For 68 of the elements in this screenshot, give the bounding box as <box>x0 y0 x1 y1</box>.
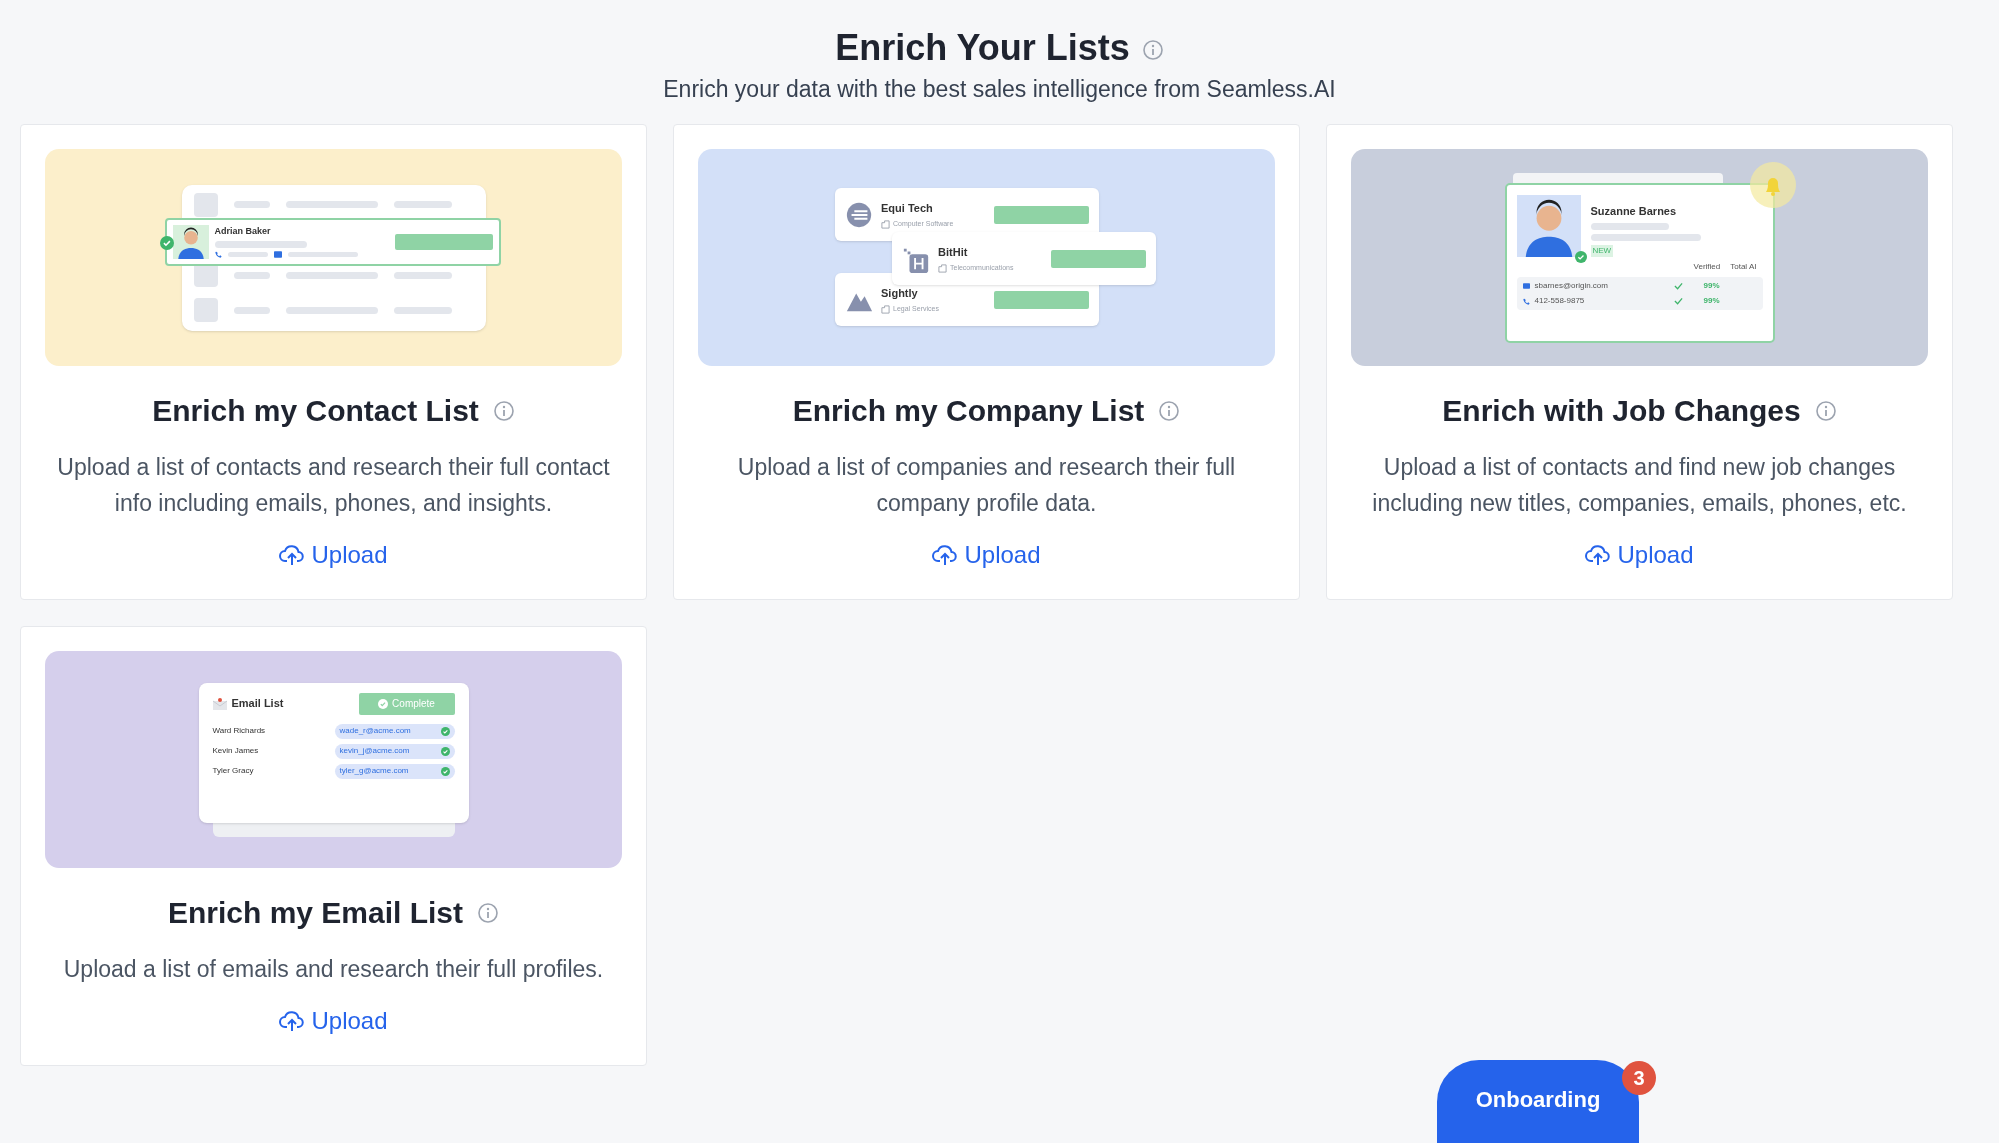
card-title: Enrich with Job Changes <box>1442 393 1801 429</box>
info-icon[interactable] <box>492 399 515 422</box>
upload-link[interactable]: Upload <box>1585 537 1694 573</box>
contact-name: Adrian Baker <box>214 224 272 238</box>
check-icon <box>440 726 450 736</box>
column-header: Total AI <box>1730 261 1757 273</box>
check-icon <box>1574 250 1587 263</box>
upload-link[interactable]: Upload <box>279 1003 388 1039</box>
bell-icon <box>1748 160 1797 209</box>
upload-link[interactable]: Upload <box>279 537 388 573</box>
status-badge: Complete <box>358 692 455 715</box>
list-title: Email List <box>231 696 284 712</box>
check-icon <box>440 766 450 776</box>
phone-icon <box>214 251 222 259</box>
cloud-upload-icon <box>1585 544 1612 566</box>
upload-link[interactable]: Upload <box>932 537 1041 573</box>
card-description: Upload a list of contacts and research their full contact info including emails, phones, and insights. <box>56 453 611 518</box>
placeholder-bar <box>227 252 268 258</box>
score-label: 99% <box>1703 280 1720 292</box>
card-title: Enrich my Company List <box>792 393 1145 429</box>
cloud-upload-icon <box>279 1010 306 1032</box>
placeholder-square <box>193 192 218 217</box>
check-icon <box>440 746 450 756</box>
contact-name: Suzanne Barnes <box>1590 203 1678 219</box>
contact-value: 412-558-9875 <box>1534 295 1586 307</box>
mail-icon <box>1522 283 1530 289</box>
email-address: wade_r@acme.com <box>339 725 411 737</box>
cloud-upload-icon <box>279 544 306 566</box>
placeholder-bar <box>393 201 452 208</box>
phone-icon <box>1522 297 1530 305</box>
page-subtitle: Enrich your data with the best sales intelligence from Seamless.AI <box>663 75 1336 104</box>
contact-name: Kevin James <box>212 745 259 757</box>
building-icon <box>938 263 948 273</box>
placeholder-bar <box>393 307 452 314</box>
info-icon[interactable] <box>1141 39 1164 61</box>
new-tag: NEW <box>1590 245 1614 257</box>
placeholder-bar <box>233 201 270 208</box>
mail-icon <box>273 251 282 259</box>
envelope-icon <box>212 697 227 710</box>
cloud-upload-icon <box>932 544 959 566</box>
contact-value: sbarnes@origin.com <box>1534 280 1609 292</box>
score-label: 99% <box>1703 295 1720 307</box>
building-icon <box>881 304 891 314</box>
company-name: Equi Tech <box>881 200 934 216</box>
info-icon[interactable] <box>1814 399 1837 422</box>
placeholder-bar <box>233 307 270 314</box>
info-icon[interactable] <box>477 901 500 924</box>
company-name: BitHit <box>938 244 969 260</box>
check-icon <box>378 698 389 709</box>
building-icon <box>881 219 891 229</box>
notification-badge: 3 <box>1622 1061 1656 1095</box>
placeholder-bar <box>393 271 452 279</box>
contact-name: Ward Richards <box>212 725 266 737</box>
contact-name: Tyler Gracy <box>212 765 254 777</box>
column-header: Verified <box>1693 261 1721 273</box>
card-title: Enrich my Email List <box>167 895 464 931</box>
placeholder-square <box>193 298 218 323</box>
card-description: Upload a list of emails and research their full profiles. <box>63 955 604 984</box>
email-address: tyler_g@acme.com <box>339 765 409 777</box>
info-icon[interactable] <box>1158 399 1181 422</box>
placeholder-bar <box>233 271 270 279</box>
email-address: kevin_j@acme.com <box>339 745 410 757</box>
company-name: Sightly <box>881 285 919 301</box>
placeholder-bar <box>287 252 358 258</box>
card-title: Enrich my Contact List <box>152 393 479 429</box>
card-description: Upload a list of contacts and find new job changes including new titles, companies, emails, phones, etc. <box>1371 453 1908 518</box>
page-title: Enrich Your Lists <box>835 26 1130 70</box>
card-description: Upload a list of companies and research their full company profile data. <box>736 453 1237 518</box>
